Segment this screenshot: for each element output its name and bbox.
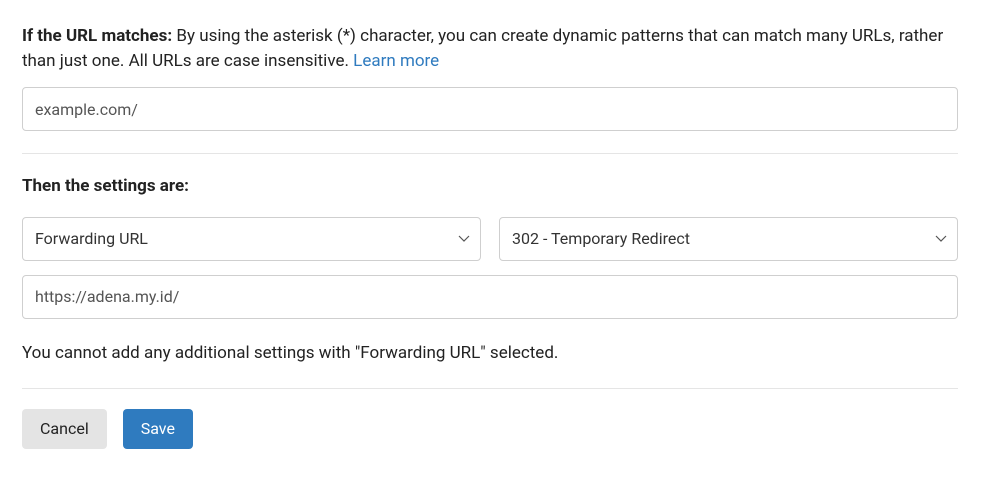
url-match-label: If the URL matches: [22, 26, 172, 46]
setting-type-select[interactable]: Forwarding URL [22, 217, 481, 261]
cancel-button[interactable]: Cancel [22, 409, 107, 449]
url-match-input[interactable] [22, 87, 958, 131]
redirect-type-value: 302 - Temporary Redirect [512, 227, 690, 250]
settings-row: Forwarding URL 302 - Temporary Redirect [22, 217, 958, 261]
chevron-down-icon [935, 233, 947, 245]
save-button[interactable]: Save [123, 409, 193, 449]
url-match-description: If the URL matches: By using the asteris… [22, 24, 978, 73]
section-divider [22, 388, 958, 389]
setting-type-value: Forwarding URL [35, 227, 148, 250]
learn-more-link[interactable]: Learn more [353, 51, 439, 71]
page-rule-form: If the URL matches: By using the asteris… [0, 0, 1000, 471]
chevron-down-icon [458, 233, 470, 245]
destination-row [22, 275, 958, 319]
redirect-type-select[interactable]: 302 - Temporary Redirect [499, 217, 958, 261]
settings-heading: Then the settings are: [22, 174, 978, 199]
form-actions: Cancel Save [22, 409, 978, 449]
section-divider [22, 153, 958, 154]
forwarding-url-notice: You cannot add any additional settings w… [22, 341, 978, 366]
destination-url-input[interactable] [22, 275, 958, 319]
